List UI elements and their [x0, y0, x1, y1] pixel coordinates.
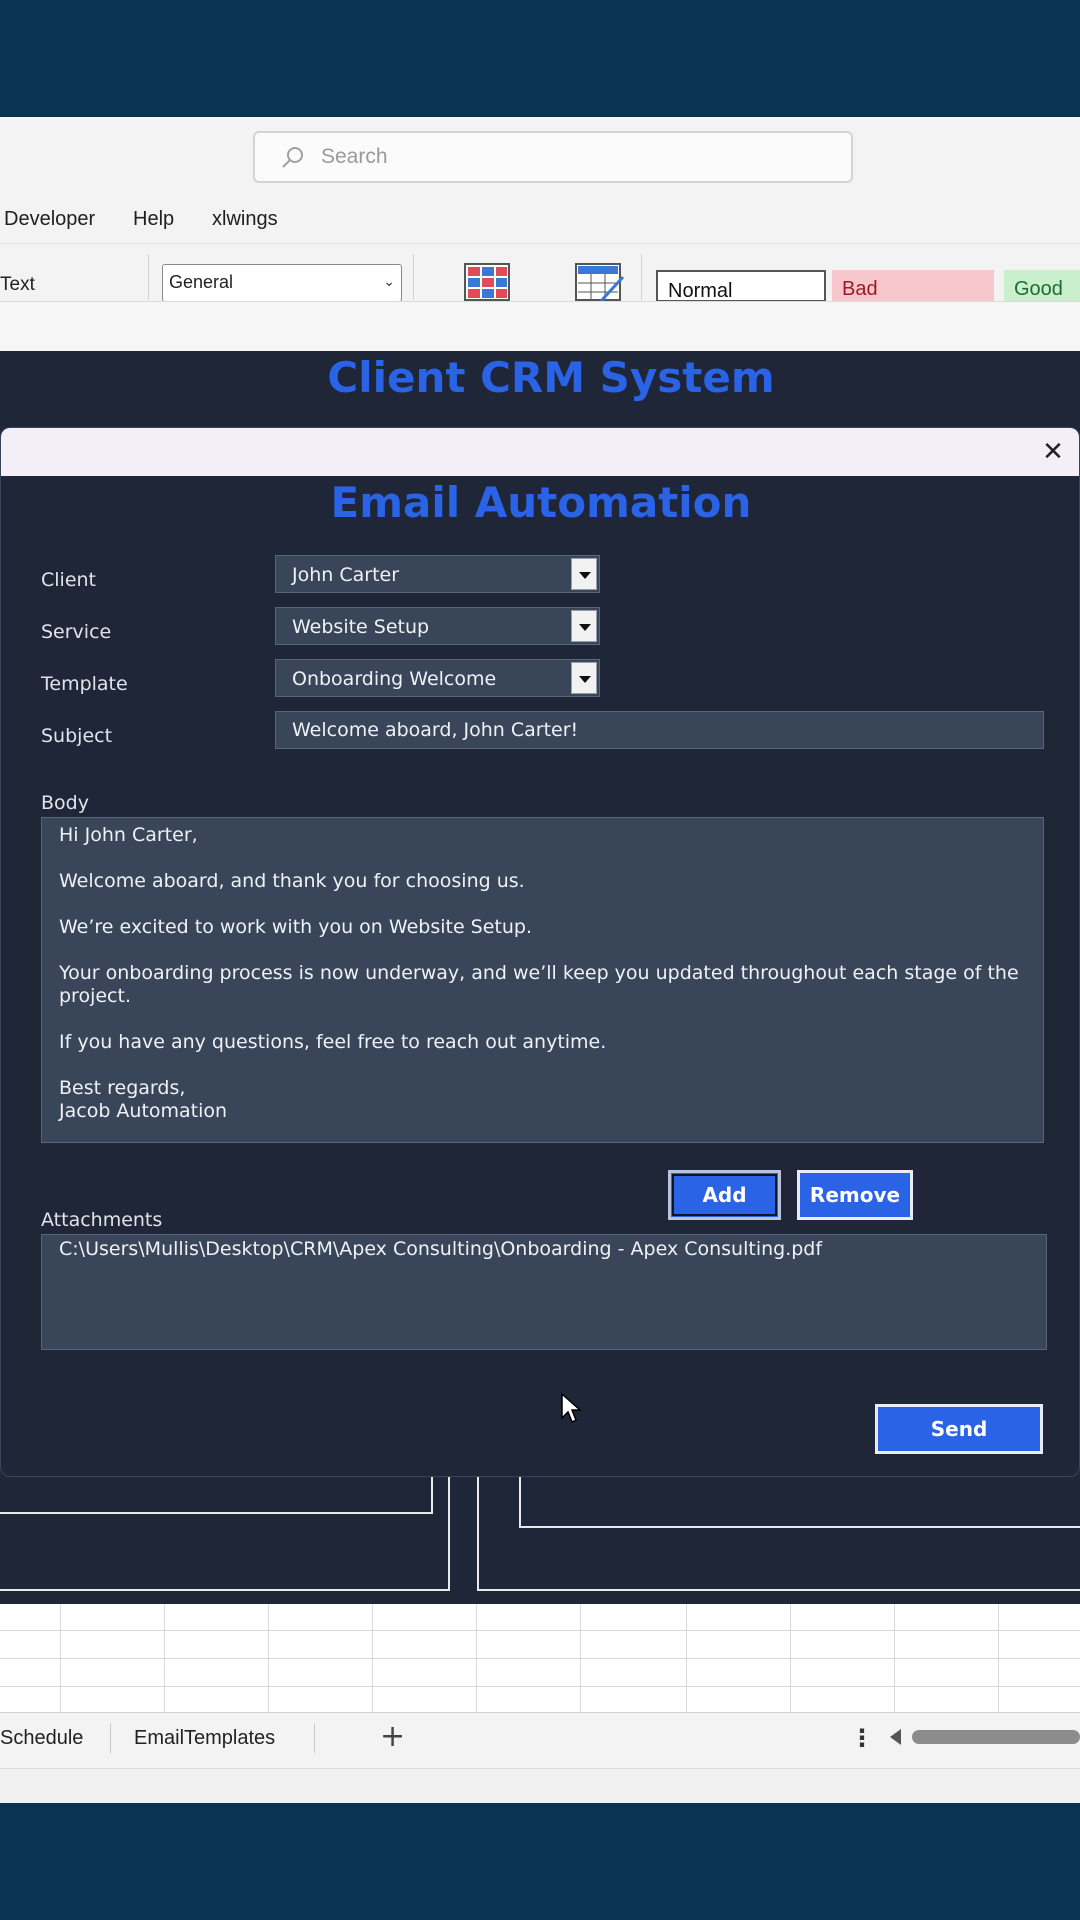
grid-line [0, 1658, 1080, 1659]
dropdown-arrow-icon[interactable] [571, 558, 597, 590]
number-format-select[interactable]: General ⌄ [162, 264, 402, 302]
dialog-title-bar[interactable]: ✕ [1, 428, 1079, 476]
template-value: Onboarding Welcome [292, 668, 497, 690]
client-select[interactable]: John Carter [275, 555, 600, 593]
cell-style-good-label: Good [1014, 278, 1063, 300]
template-select[interactable]: Onboarding Welcome [275, 659, 600, 697]
search-icon [282, 147, 303, 168]
tab-divider [314, 1723, 315, 1753]
tab-emailtemplates[interactable]: EmailTemplates [134, 1727, 275, 1750]
subject-input[interactable]: Welcome aboard, John Carter! [275, 711, 1044, 749]
subject-label: Subject [41, 725, 113, 747]
template-label: Template [41, 673, 128, 695]
search-input[interactable]: Search [253, 131, 853, 183]
cell-style-normal-label: Normal [668, 280, 733, 302]
email-automation-dialog: ✕ Email Automation Client John Carter Se… [0, 427, 1080, 1477]
body-paragraph: Best regards, Jacob Automation [59, 1077, 228, 1122]
grid-line [0, 1686, 1080, 1687]
body-paragraph: If you have any questions, feel free to … [59, 1031, 607, 1053]
ribbon-divider [641, 254, 642, 300]
add-sheet-button[interactable]: + [380, 1719, 405, 1754]
tab-schedule[interactable]: Schedule [0, 1727, 83, 1750]
format-as-table-icon[interactable] [575, 263, 625, 303]
conditional-formatting-icon[interactable] [464, 263, 512, 303]
grid-line [0, 1630, 1080, 1631]
tab-divider [110, 1723, 111, 1753]
cell-style-bad-label: Bad [842, 278, 878, 300]
dialog-title: Email Automation [330, 478, 752, 527]
background-frame [0, 1470, 450, 1591]
body-paragraph: We’re excited to work with you on Websit… [59, 916, 533, 938]
service-select[interactable]: Website Setup [275, 607, 600, 645]
sheet-title: Client CRM System [327, 353, 775, 402]
horizontal-scrollbar[interactable] [912, 1730, 1080, 1744]
more-options-icon[interactable]: ⋮ [850, 1724, 874, 1752]
formula-bar [0, 301, 1080, 351]
mouse-cursor-icon [561, 1392, 582, 1424]
background-frame [519, 1470, 1080, 1528]
attachments-label: Attachments [41, 1209, 163, 1231]
service-value: Website Setup [292, 616, 430, 638]
body-paragraph: Welcome aboard, and thank you for choosi… [59, 870, 525, 892]
client-label: Client [41, 569, 97, 591]
service-label: Service [41, 621, 112, 643]
remove-attachment-button[interactable]: Remove [797, 1170, 913, 1220]
chevron-down-icon: ⌄ [383, 273, 395, 289]
body-paragraph: Your onboarding process is now underway,… [59, 962, 1019, 1007]
ribbon-divider [148, 254, 149, 300]
close-icon[interactable]: ✕ [1035, 434, 1071, 470]
menu-help[interactable]: Help [133, 208, 174, 231]
dropdown-arrow-icon[interactable] [571, 610, 597, 642]
client-value: John Carter [292, 564, 400, 586]
menu-xlwings[interactable]: xlwings [212, 208, 278, 231]
body-paragraph: Hi John Carter, [59, 824, 198, 846]
cell-style-bad[interactable]: Bad [832, 270, 994, 302]
list-item[interactable]: C:\Users\Mullis\Desktop\CRM\Apex Consult… [59, 1238, 1029, 1260]
menu-developer[interactable]: Developer [4, 208, 95, 231]
add-attachment-button[interactable]: Add [668, 1170, 781, 1220]
ribbon-text-label: Text [0, 274, 35, 295]
body-textarea[interactable]: Hi John Carter, Welcome aboard, and than… [41, 817, 1044, 1143]
send-button[interactable]: Send [875, 1404, 1043, 1454]
number-format-value: General [169, 272, 234, 292]
attachments-list[interactable]: C:\Users\Mullis\Desktop\CRM\Apex Consult… [41, 1234, 1047, 1350]
ribbon-divider [413, 254, 414, 300]
cell-style-good[interactable]: Good [1004, 270, 1080, 302]
body-label: Body [41, 792, 89, 814]
dropdown-arrow-icon[interactable] [571, 662, 597, 694]
search-placeholder: Search [321, 145, 388, 168]
cell-style-normal[interactable]: Normal [656, 270, 826, 302]
status-bar [0, 1768, 1080, 1803]
scroll-left-icon[interactable] [890, 1729, 901, 1745]
